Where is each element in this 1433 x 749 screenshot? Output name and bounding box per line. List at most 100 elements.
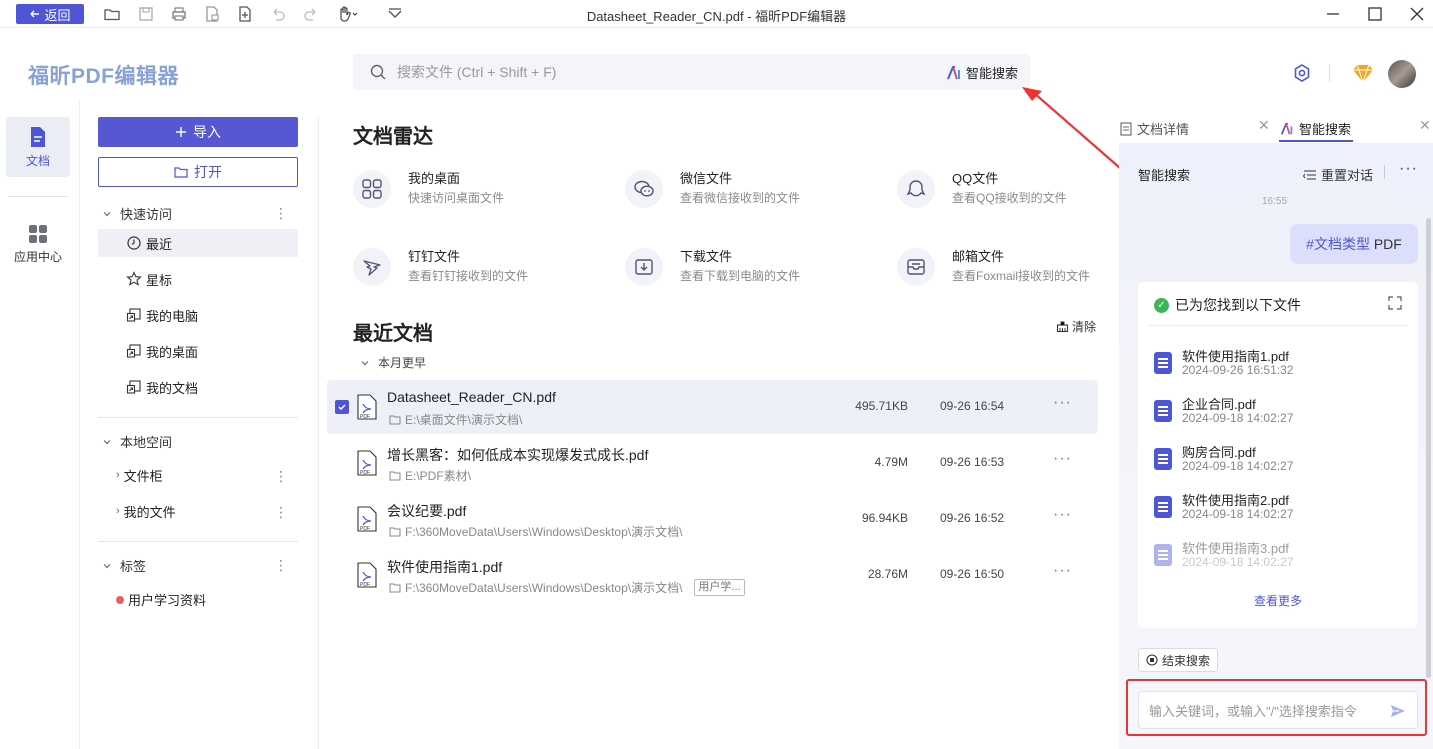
- file-row[interactable]: PDF 增长黑客：如何低成本实现爆发式成长.pdf E:\PDF素材\ 4.79…: [327, 436, 1098, 490]
- search-result-card: ✓ 已为您找到以下文件 软件使用指南1.pdf 2024-09-26 16:51…: [1138, 282, 1418, 628]
- expand-icon[interactable]: [1388, 296, 1402, 310]
- file-time: 09-26 16:52: [940, 511, 1005, 525]
- radar-item-download[interactable]: 下载文件 查看下载到电脑的文件: [625, 246, 885, 294]
- chevron-down-icon: [103, 563, 111, 568]
- section-title: 标签: [120, 559, 147, 574]
- nav-label: 用户学习资料: [128, 592, 207, 608]
- premium-diamond-icon[interactable]: [1352, 63, 1373, 84]
- file-time: 09-26 16:53: [940, 455, 1005, 469]
- rail-item-documents[interactable]: 文档: [6, 117, 70, 177]
- radar-item-wechat[interactable]: 微信文件 查看微信接收到的文件: [625, 168, 885, 216]
- nav-item-file-cabinet[interactable]: › 文件柜: [98, 461, 298, 489]
- more-vertical-icon[interactable]: ⋮: [274, 469, 288, 483]
- stop-circle-icon: [1146, 654, 1158, 666]
- import-button[interactable]: 导入: [98, 117, 298, 147]
- chat-input-box[interactable]: [1138, 691, 1418, 729]
- section-quick-access[interactable]: 快速访问: [102, 204, 172, 223]
- result-file-item[interactable]: 软件使用指南3.pdf 2024-09-18 14:02:27: [1154, 538, 1404, 578]
- search-input[interactable]: [397, 62, 917, 82]
- close-tab-icon[interactable]: ✕: [1258, 117, 1270, 134]
- folder-icon: [389, 471, 401, 480]
- file-path: E:\桌面文件\演示文档\: [389, 411, 522, 428]
- recent-title: 最近文档: [353, 323, 433, 345]
- maximize-icon[interactable]: [1366, 5, 1384, 23]
- section-tags[interactable]: 标签: [102, 556, 146, 575]
- settings-icon[interactable]: [1292, 63, 1312, 83]
- radar-item-mail[interactable]: 邮箱文件 查看Foxmail接收到的文件: [897, 246, 1157, 294]
- doc-file-icon: [1154, 496, 1172, 518]
- search-bar[interactable]: 智能搜索: [353, 54, 1030, 90]
- reset-label: 重置对话: [1321, 168, 1374, 183]
- rail-item-apps[interactable]: 应用中心: [6, 214, 70, 274]
- nav-label: 文件柜: [123, 468, 163, 484]
- file-row[interactable]: PDF 会议纪要.pdf F:\360MoveData\Users\Window…: [327, 492, 1098, 546]
- nav-item-my-documents[interactable]: 我的文档: [98, 373, 298, 401]
- clear-button[interactable]: 清除: [1056, 318, 1096, 335]
- nav-item-my-files[interactable]: › 我的文件: [98, 497, 298, 525]
- radar-title: 文档雷达: [353, 126, 433, 148]
- end-search-button[interactable]: 结束搜索: [1138, 648, 1218, 672]
- download-icon: [625, 248, 663, 286]
- ai-search-button[interactable]: 智能搜索: [946, 63, 1018, 82]
- group-label: 本月更早: [378, 356, 427, 370]
- file-name: Datasheet_Reader_CN.pdf: [387, 389, 556, 405]
- more-horizontal-icon[interactable]: ···: [1053, 562, 1072, 580]
- more-horizontal-icon[interactable]: ···: [1399, 160, 1418, 178]
- close-tab-icon[interactable]: ✕: [1419, 117, 1431, 134]
- nav-item-recent[interactable]: 最近: [98, 229, 298, 257]
- dingtalk-icon: [353, 248, 391, 286]
- title-bar: 返回 Datasheet_Reader_CN.pdf - 福昕PDF编辑器: [0, 0, 1433, 28]
- qq-icon: [897, 170, 935, 208]
- view-more-link[interactable]: 查看更多: [1138, 592, 1418, 609]
- tab-document-details[interactable]: 文档详情: [1120, 119, 1189, 138]
- svg-text:PDF: PDF: [360, 526, 370, 532]
- check-circle-icon: ✓: [1154, 297, 1169, 313]
- group-header[interactable]: 本月更早: [360, 354, 426, 371]
- chat-input[interactable]: [1149, 702, 1385, 720]
- section-local-space[interactable]: 本地空间: [102, 432, 172, 451]
- nav-item-starred[interactable]: 星标: [98, 265, 298, 293]
- tab-ai-search[interactable]: 智能搜索: [1280, 119, 1351, 138]
- more-horizontal-icon[interactable]: ···: [1053, 394, 1072, 412]
- nav-item-tag[interactable]: 用户学习资料: [98, 585, 298, 613]
- nav-label: 星标: [146, 272, 173, 288]
- reset-conversation-button[interactable]: 重置对话: [1303, 165, 1373, 184]
- avatar[interactable]: [1388, 60, 1416, 88]
- annotation-arrow: [1022, 87, 1129, 176]
- file-name: 软件使用指南1.pdf: [387, 559, 503, 575]
- result-file-item[interactable]: 软件使用指南2.pdf 2024-09-18 14:02:27: [1154, 490, 1404, 530]
- panel-divider: [1384, 165, 1385, 179]
- wechat-icon: [625, 170, 663, 208]
- file-tag[interactable]: 用户学...: [694, 579, 745, 596]
- ai-icon: [947, 65, 960, 79]
- radar-item-desktop[interactable]: 我的桌面 快速访问桌面文件: [353, 168, 613, 216]
- more-horizontal-icon[interactable]: ···: [1053, 506, 1072, 524]
- nav-label: 最近: [146, 236, 173, 252]
- minimize-icon[interactable]: [1324, 5, 1342, 23]
- file-row[interactable]: PDF Datasheet_Reader_CN.pdf E:\桌面文件\演示文档…: [327, 380, 1098, 434]
- result-file-item[interactable]: 企业合同.pdf 2024-09-18 14:02:27: [1154, 394, 1404, 434]
- rail-label-apps: 应用中心: [13, 249, 62, 264]
- more-vertical-icon[interactable]: ⋮: [274, 558, 288, 572]
- result-file-date: 2024-09-18 14:02:27: [1182, 411, 1294, 425]
- send-icon[interactable]: [1389, 702, 1407, 720]
- file-path-text: E:\PDF素材\: [405, 469, 472, 483]
- result-file-item[interactable]: 购房合同.pdf 2024-09-18 14:02:27: [1154, 442, 1404, 482]
- panel-scrollbar[interactable]: [1426, 218, 1431, 678]
- open-button[interactable]: 打开: [98, 157, 298, 187]
- star-icon: [126, 271, 142, 287]
- more-vertical-icon[interactable]: ⋮: [274, 505, 288, 519]
- rail-label-documents: 文档: [25, 153, 50, 168]
- checkbox-checked[interactable]: [335, 400, 349, 414]
- file-row[interactable]: PDF 软件使用指南1.pdf F:\360MoveData\Users\Win…: [327, 548, 1098, 602]
- more-vertical-icon[interactable]: ⋮: [274, 206, 288, 220]
- file-path-text: F:\360MoveData\Users\Windows\Desktop\演示文…: [405, 525, 683, 539]
- rail-border: [79, 100, 80, 749]
- result-file-item[interactable]: 软件使用指南1.pdf 2024-09-26 16:51:32: [1154, 346, 1404, 386]
- nav-item-my-desktop[interactable]: 我的桌面: [98, 337, 298, 365]
- nav-item-my-computer[interactable]: 我的电脑: [98, 301, 298, 329]
- close-icon[interactable]: [1408, 5, 1426, 23]
- radar-item-dingtalk[interactable]: 钉钉文件 查看钉钉接收到的文件: [353, 246, 613, 294]
- more-horizontal-icon[interactable]: ···: [1053, 450, 1072, 468]
- file-time: 09-26 16:50: [940, 567, 1005, 581]
